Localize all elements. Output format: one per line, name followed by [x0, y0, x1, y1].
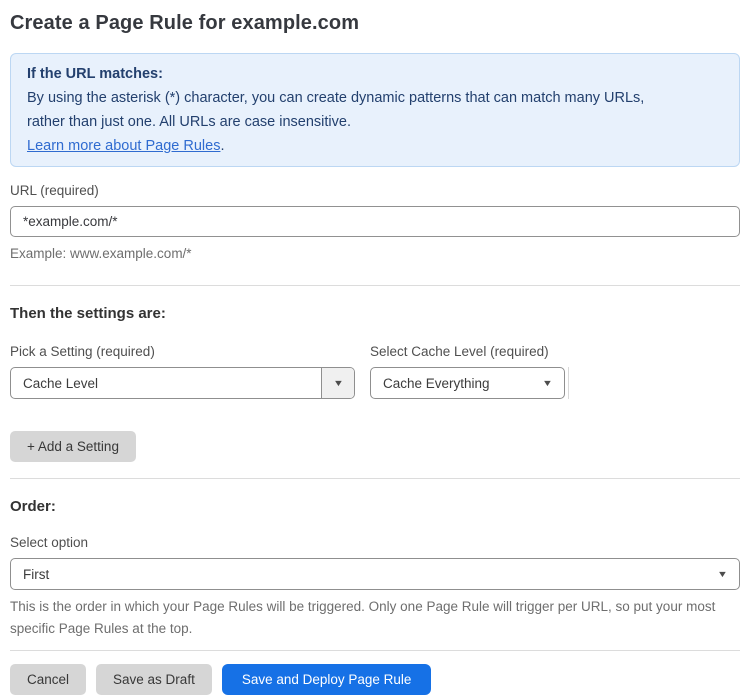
create-page-rule-form: Create a Page Rule for example.com If th…	[0, 0, 750, 695]
url-match-info-banner: If the URL matches: By using the asteris…	[10, 53, 740, 167]
pick-setting-column: Pick a Setting (required) Cache Level ▼	[10, 344, 355, 399]
url-label: URL (required)	[10, 183, 99, 198]
chevron-down-icon: ▼	[716, 568, 729, 579]
add-setting-button[interactable]: + Add a Setting	[10, 431, 136, 462]
chevron-down-icon: ▼	[332, 377, 344, 388]
order-select[interactable]: First ▼	[10, 558, 740, 590]
order-section-heading: Order:	[10, 498, 56, 515]
pick-setting-arrow-button[interactable]: ▼	[321, 368, 354, 398]
page-title: Create a Page Rule for example.com	[10, 12, 360, 34]
form-actions: Cancel Save as Draft Save and Deploy Pag…	[10, 664, 740, 695]
order-select-label: Select option	[10, 535, 89, 550]
divider-settings-order	[10, 478, 740, 479]
cache-level-label: Select Cache Level (required)	[370, 344, 549, 359]
setting-row: Pick a Setting (required) Cache Level ▼ …	[10, 344, 740, 399]
pick-setting-selected-value: Cache Level	[23, 375, 99, 391]
cancel-button[interactable]: Cancel	[10, 664, 87, 695]
url-example-hint: Example: www.example.com/*	[10, 246, 192, 261]
info-banner-body-line2: rather than just one. All URLs are case …	[27, 114, 351, 130]
info-banner-body-line1: By using the asterisk (*) character, you…	[27, 90, 645, 106]
cache-level-column: Select Cache Level (required) Cache Ever…	[370, 344, 565, 399]
cache-level-selected-value: Cache Everything	[383, 375, 490, 391]
settings-section-heading: Then the settings are:	[10, 305, 166, 322]
url-input[interactable]	[10, 206, 740, 237]
cache-level-select[interactable]: Cache Everything ▼	[370, 367, 565, 399]
link-suffix-period: .	[220, 138, 225, 154]
chevron-down-icon: ▼	[541, 377, 554, 388]
pick-setting-label: Pick a Setting (required)	[10, 344, 155, 359]
divider-url-settings	[10, 285, 740, 286]
learn-more-page-rules-link[interactable]: Learn more about Page Rules	[27, 138, 220, 154]
save-as-draft-button[interactable]: Save as Draft	[96, 664, 212, 695]
info-banner-link-row: Learn more about Page Rules.	[27, 134, 723, 158]
setting-row-divider	[568, 367, 569, 399]
divider-order-actions	[10, 650, 740, 651]
save-and-deploy-button[interactable]: Save and Deploy Page Rule	[221, 664, 432, 695]
pick-setting-select[interactable]: Cache Level ▼	[10, 367, 355, 399]
order-help-text: This is the order in which your Page Rul…	[10, 599, 716, 636]
info-banner-heading: If the URL matches:	[27, 66, 163, 82]
order-selected-value: First	[23, 566, 50, 582]
